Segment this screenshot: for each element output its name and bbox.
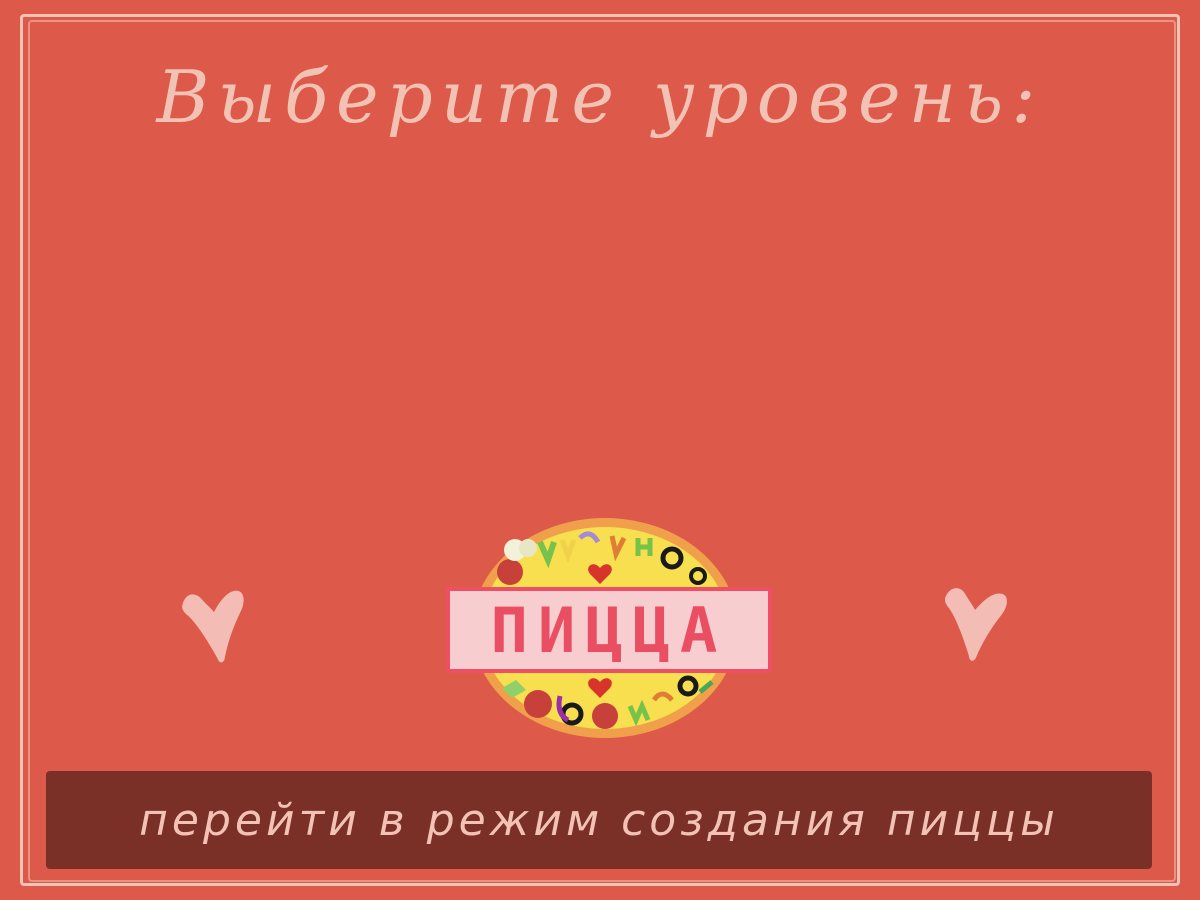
heart-arrow-left-icon xyxy=(182,590,244,663)
level-name-label: ПИЦЦА xyxy=(446,587,772,673)
prev-level-button[interactable] xyxy=(176,582,256,672)
page-title: Выберите уровень: xyxy=(156,55,1044,139)
next-level-button[interactable] xyxy=(934,580,1014,670)
pizza-creation-mode-label: перейти в режим создания пиццы xyxy=(139,794,1059,846)
heart-arrow-right-icon xyxy=(944,588,1007,661)
pizza-creation-mode-button[interactable]: перейти в режим создания пиццы xyxy=(46,771,1152,869)
screen-frame-inner xyxy=(28,20,1176,882)
